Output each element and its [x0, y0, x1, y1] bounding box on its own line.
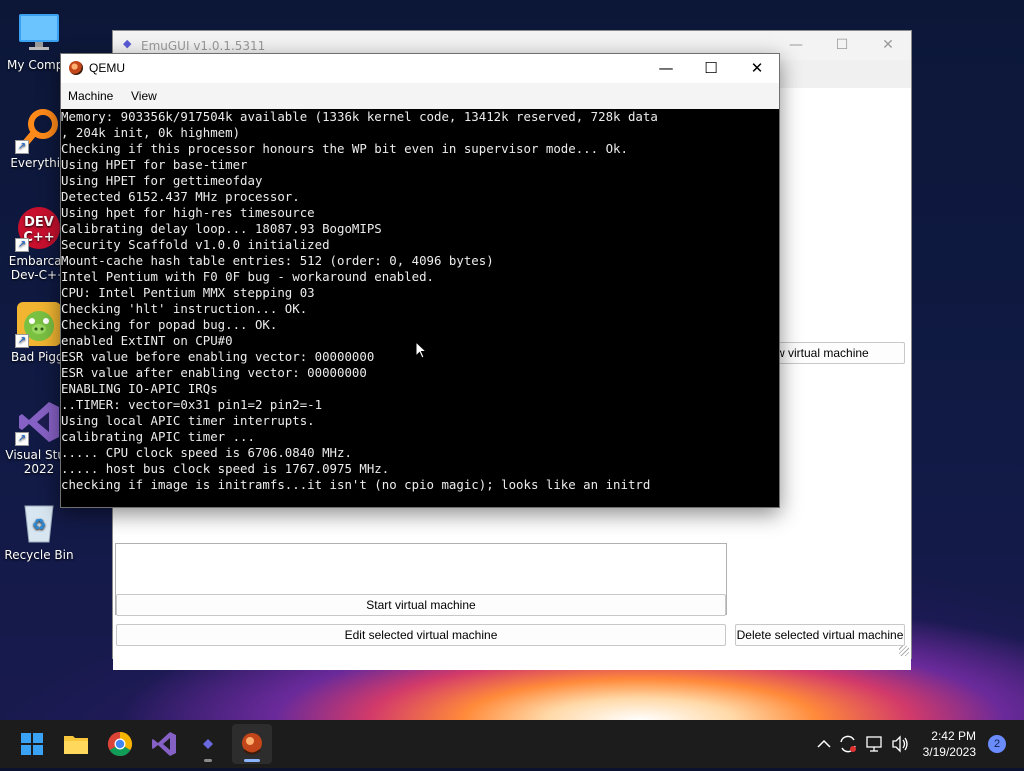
console-line: ..... CPU clock speed is 6706.0840 MHz.	[61, 445, 352, 460]
shortcut-arrow-icon: ↗	[15, 432, 29, 446]
desktop-icon-recycle-bin[interactable]: ♻ Recycle Bin	[0, 500, 78, 562]
devcpp-icon: DEV C++ ↗	[15, 206, 61, 252]
taskbar-visual-studio[interactable]	[144, 724, 184, 764]
taskbar-clock[interactable]: 2:42 PM 3/19/2023	[923, 728, 976, 760]
taskbar: 2:42 PM 3/19/2023 2	[0, 720, 1024, 768]
notification-badge[interactable]: 2	[988, 735, 1006, 753]
clock-date: 3/19/2023	[922, 745, 976, 759]
taskbar-qemu[interactable]	[232, 724, 272, 764]
console-line: ..TIMER: vector=0x31 pin1=2 pin2=-1	[61, 397, 323, 412]
shortcut-arrow-icon: ↗	[15, 238, 29, 252]
desktop-icon-label: Recycle Bin	[4, 548, 74, 562]
sync-icon	[840, 735, 856, 753]
everything-search-icon: ↗	[15, 108, 61, 154]
qemu-icon	[242, 733, 262, 755]
emugui-app-icon: ◆	[123, 37, 132, 50]
edit-virtual-machine-button[interactable]: Edit selected virtual machine	[116, 624, 726, 646]
console-line: Intel Pentium with F0 0F bug - workaroun…	[61, 269, 434, 284]
console-line: , 204k init, 0k highmem)	[61, 125, 241, 140]
start-button[interactable]	[12, 724, 52, 764]
emugui-window-title: EmuGUI v1.0.1.5311	[141, 39, 266, 53]
maximize-button[interactable]: ☐	[819, 31, 865, 60]
console-line: checking if image is initramfs...it isn'…	[61, 477, 651, 492]
delete-virtual-machine-button[interactable]: Delete selected virtual machine	[735, 624, 905, 646]
console-line: Using HPET for base-timer	[61, 157, 248, 172]
qemu-window: QEMU — ☐ ✕ Machine View Memory: 903356k/…	[60, 53, 780, 508]
menu-view[interactable]: View	[131, 89, 157, 103]
console-line: Security Scaffold v1.0.0 initialized	[61, 237, 330, 252]
qemu-app-icon	[69, 61, 83, 75]
show-hidden-icons-button[interactable]	[812, 720, 836, 768]
taskbar-emugui[interactable]	[188, 724, 228, 764]
console-line: Memory: 903356k/917504k available (1336k…	[61, 109, 658, 124]
tray-network-button[interactable]	[862, 720, 886, 768]
minimize-button[interactable]: —	[643, 54, 689, 83]
svg-text:DEV: DEV	[24, 215, 54, 230]
running-indicator	[204, 759, 212, 762]
console-line: ESR value after enabling vector: 0000000…	[61, 365, 367, 380]
console-line: ENABLING IO-APIC IRQs	[61, 381, 218, 396]
qemu-console[interactable]: Memory: 903356k/917504k available (1336k…	[61, 109, 779, 507]
start-virtual-machine-button[interactable]: Start virtual machine	[116, 594, 726, 616]
console-line: Mount-cache hash table entries: 512 (ord…	[61, 253, 494, 268]
qemu-menubar: Machine View	[61, 83, 779, 109]
console-line: calibrating APIC timer ...	[61, 429, 255, 444]
console-line: Checking if this processor honours the W…	[61, 141, 628, 156]
console-line: Detected 6152.437 MHz processor.	[61, 189, 300, 204]
console-line: Checking 'hlt' instruction... OK.	[61, 301, 308, 316]
this-pc-icon	[17, 10, 61, 54]
volume-icon	[892, 735, 908, 753]
taskbar-chrome[interactable]	[100, 724, 140, 764]
console-line: ..... host bus clock speed is 1767.0975 …	[61, 461, 390, 476]
qemu-window-title: QEMU	[89, 61, 125, 75]
chevron-up-icon	[817, 739, 831, 748]
svg-text:♻: ♻	[32, 515, 46, 534]
console-line: Using hpet for high-res timesource	[61, 205, 315, 220]
close-button[interactable]: ✕	[865, 31, 911, 60]
clock-time: 2:42 PM	[931, 729, 976, 743]
menu-machine[interactable]: Machine	[68, 89, 113, 103]
shortcut-arrow-icon: ↗	[15, 334, 29, 348]
visual-studio-icon: ↗	[15, 400, 61, 446]
qemu-titlebar[interactable]: QEMU — ☐ ✕	[61, 54, 779, 83]
console-line: Calibrating delay loop... 18087.93 BogoM…	[61, 221, 382, 236]
emugui-icon	[203, 739, 213, 749]
resize-grip[interactable]	[899, 646, 909, 656]
chrome-icon	[107, 732, 133, 757]
console-line: Checking for popad bug... OK.	[61, 317, 278, 332]
tray-sync-button[interactable]	[836, 720, 860, 768]
recycle-bin-icon: ♻	[17, 500, 61, 544]
visual-studio-icon	[152, 732, 176, 756]
console-line: Using HPET for gettimeofday	[61, 173, 263, 188]
shortcut-arrow-icon: ↗	[15, 140, 29, 154]
taskbar-file-explorer[interactable]	[56, 724, 96, 764]
active-indicator	[244, 759, 260, 762]
console-line: Using local APIC timer interrupts.	[61, 413, 315, 428]
file-explorer-icon	[64, 736, 88, 754]
close-button[interactable]: ✕	[734, 54, 780, 83]
start-icon	[21, 733, 43, 755]
bad-piggies-icon: ↗	[15, 302, 61, 348]
console-line: CPU: Intel Pentium MMX stepping 03	[61, 285, 315, 300]
tray-volume-button[interactable]	[888, 720, 912, 768]
network-icon	[866, 736, 882, 752]
maximize-button[interactable]: ☐	[688, 54, 734, 83]
